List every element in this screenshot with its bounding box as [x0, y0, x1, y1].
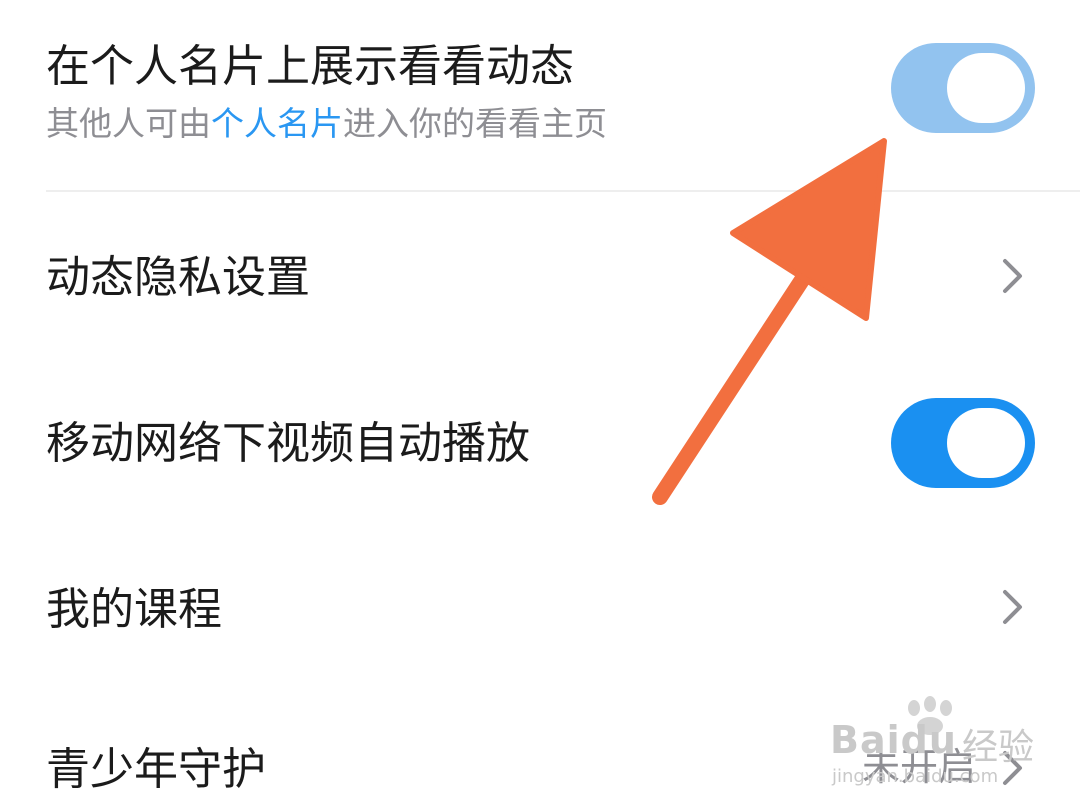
setting-row-show-on-card[interactable]: 在个人名片上展示看看动态 其他人可由个人名片进入你的看看主页	[0, 0, 1080, 192]
toggle-autoplay[interactable]	[891, 398, 1035, 488]
subtitle-suffix: 进入你的看看主页	[343, 104, 607, 143]
settings-page: 在个人名片上展示看看动态 其他人可由个人名片进入你的看看主页 动态隐私设置 移动…	[0, 0, 1080, 810]
setting-row-privacy[interactable]: 动态隐私设置	[0, 192, 1080, 362]
toggle-knob	[947, 408, 1025, 478]
personal-card-link[interactable]: 个人名片	[211, 104, 343, 143]
setting-subtitle-show-on-card: 其他人可由个人名片进入你的看看主页	[46, 107, 607, 140]
setting-title-courses: 我的课程	[46, 584, 222, 635]
watermark-cn: 经验	[962, 727, 1035, 768]
toggle-knob	[947, 53, 1025, 123]
subtitle-prefix: 其他人可由	[46, 104, 211, 143]
setting-title-youth: 青少年守护	[46, 744, 266, 795]
baidu-jingyan-watermark: Baidu 经验 jingyan.baidu.com	[822, 690, 1072, 800]
watermark-url: jingyan.baidu.com	[832, 766, 999, 787]
chevron-right-icon	[1003, 590, 1022, 624]
chevron-right-icon	[1003, 259, 1022, 293]
setting-row-courses[interactable]: 我的课程	[0, 532, 1080, 692]
watermark-brand: Baidu	[830, 718, 957, 762]
setting-row-autoplay[interactable]: 移动网络下视频自动播放	[0, 362, 1080, 532]
setting-title-show-on-card: 在个人名片上展示看看动态	[46, 41, 574, 92]
setting-title-privacy: 动态隐私设置	[46, 252, 310, 303]
toggle-show-on-card[interactable]	[891, 43, 1035, 133]
setting-title-autoplay: 移动网络下视频自动播放	[46, 418, 530, 469]
